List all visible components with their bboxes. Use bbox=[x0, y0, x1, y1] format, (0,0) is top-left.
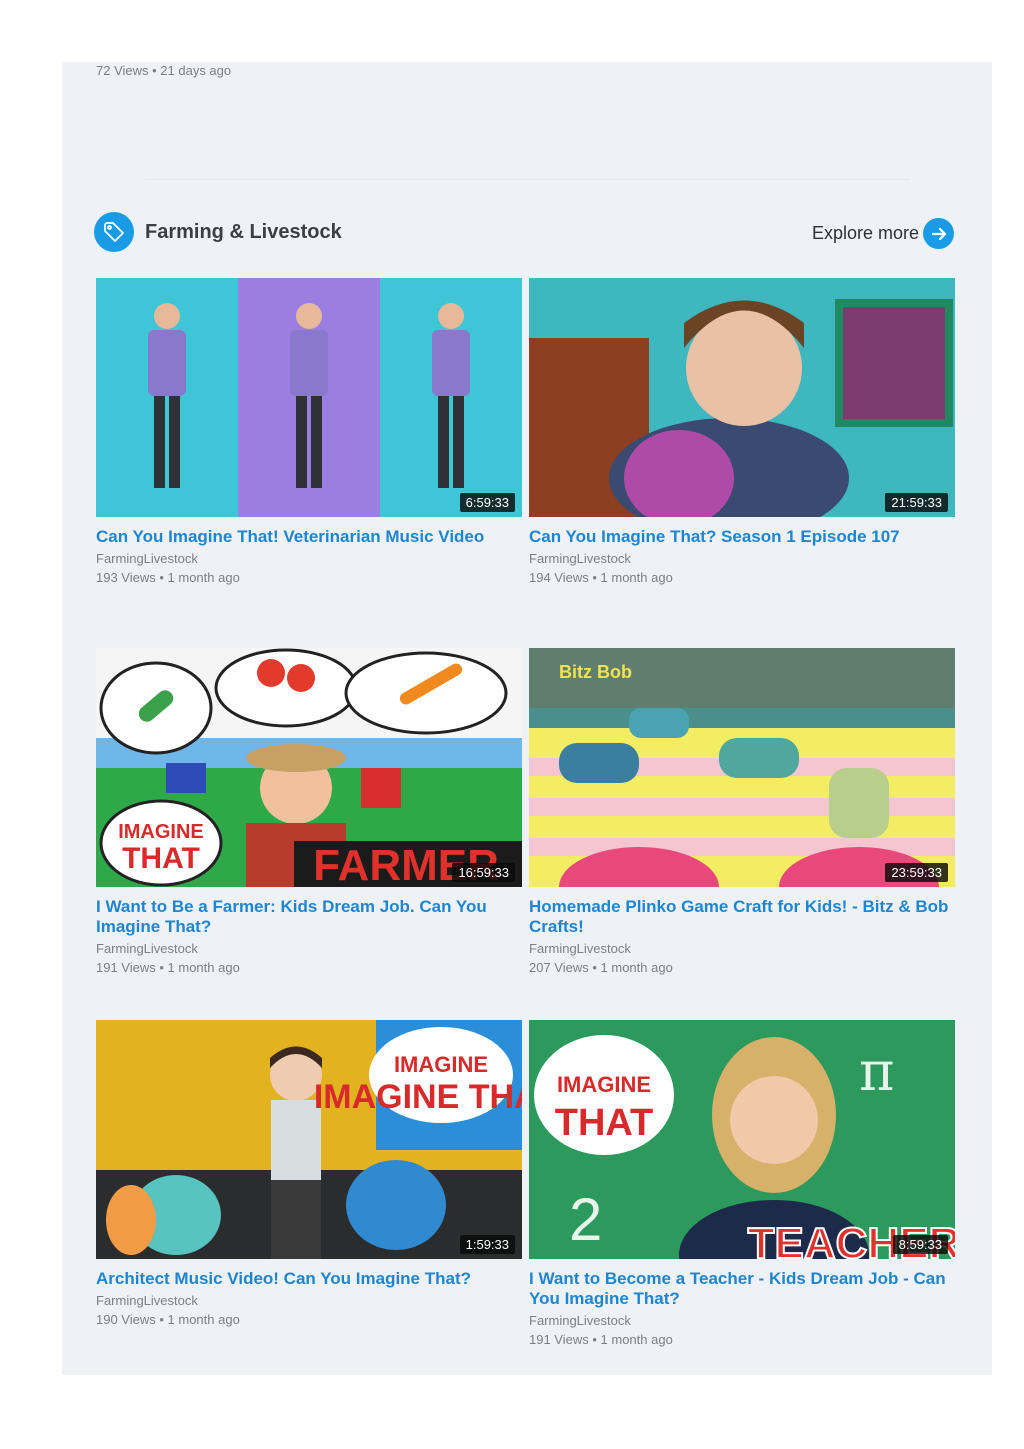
video-title[interactable]: Homemade Plinko Game Craft for Kids! - B… bbox=[529, 897, 955, 937]
explore-more-label: Explore more bbox=[811, 223, 919, 243]
video-card[interactable]: 6:59:33 Can You Imagine That! Veterinari… bbox=[96, 278, 522, 586]
video-duration: 23:59:33 bbox=[885, 863, 948, 882]
svg-text:IMAGINE: IMAGINE bbox=[394, 1052, 488, 1077]
video-meta: 194 Views • 1 month ago bbox=[529, 570, 673, 585]
video-channel[interactable]: FarmingLivestock bbox=[529, 941, 955, 957]
video-meta: 191 Views • 1 month ago bbox=[529, 1332, 673, 1347]
video-duration: 8:59:33 bbox=[892, 1235, 948, 1254]
svg-text:THAT: THAT bbox=[555, 1102, 654, 1144]
video-card[interactable]: 21:59:33 Can You Imagine That? Season 1 … bbox=[529, 278, 955, 586]
video-channel[interactable]: FarmingLivestock bbox=[96, 941, 522, 957]
video-card[interactable]: Bitz Bob 23:59:33 Homemade Plinko Game C… bbox=[529, 648, 955, 976]
section-divider bbox=[145, 179, 910, 180]
thumb-overlay-text: IMAGINE THAT! bbox=[314, 1078, 522, 1116]
video-card[interactable]: IMAGINE THAT FARMER 16:59:33 I Want to B… bbox=[96, 648, 522, 976]
video-meta: 193 Views • 1 month ago bbox=[96, 570, 240, 585]
video-duration: 6:59:33 bbox=[459, 493, 515, 512]
video-duration: 21:59:33 bbox=[885, 493, 948, 512]
video-title[interactable]: Architect Music Video! Can You Imagine T… bbox=[96, 1269, 522, 1289]
video-duration: 16:59:33 bbox=[452, 863, 515, 882]
video-card[interactable]: π 2 IMAGINE THAT TEACHER 8:59:33 I Want … bbox=[529, 1020, 955, 1348]
section-header: Farming & Livestock bbox=[94, 212, 342, 252]
video-thumbnail[interactable]: Bitz Bob 23:59:33 bbox=[529, 648, 955, 887]
explore-more-link[interactable]: Explore more bbox=[812, 218, 954, 249]
arrow-right-icon bbox=[923, 218, 954, 249]
video-duration: 1:59:33 bbox=[459, 1235, 515, 1254]
video-title[interactable]: I Want to Be a Farmer: Kids Dream Job. C… bbox=[96, 897, 522, 937]
svg-text:IMAGINE: IMAGINE bbox=[557, 1072, 651, 1097]
svg-text:THAT: THAT bbox=[122, 842, 200, 875]
video-meta: 207 Views • 1 month ago bbox=[529, 960, 673, 975]
svg-text:π: π bbox=[859, 1040, 895, 1103]
video-thumbnail[interactable]: π 2 IMAGINE THAT TEACHER 8:59:33 bbox=[529, 1020, 955, 1259]
video-thumbnail[interactable]: IMAGINE IMAGINE THAT! 1:59:33 bbox=[96, 1020, 522, 1259]
section-title: Farming & Livestock bbox=[145, 220, 342, 243]
svg-text:2: 2 bbox=[569, 1186, 602, 1253]
video-channel[interactable]: FarmingLivestock bbox=[529, 551, 955, 567]
video-title[interactable]: Can You Imagine That! Veterinarian Music… bbox=[96, 527, 522, 547]
video-title[interactable]: Can You Imagine That? Season 1 Episode 1… bbox=[529, 527, 955, 547]
previous-video-meta: 72 Views • 21 days ago bbox=[96, 63, 232, 78]
video-meta: 191 Views • 1 month ago bbox=[96, 960, 240, 975]
svg-text:IMAGINE: IMAGINE bbox=[118, 821, 204, 843]
video-thumbnail[interactable]: 6:59:33 bbox=[96, 278, 522, 517]
video-card[interactable]: IMAGINE IMAGINE THAT! 1:59:33 Architect … bbox=[96, 1020, 522, 1328]
video-meta: 190 Views • 1 month ago bbox=[96, 1312, 240, 1327]
thumb-overlay-text: Bitz Bob bbox=[559, 662, 632, 682]
video-thumbnail[interactable]: IMAGINE THAT FARMER 16:59:33 bbox=[96, 648, 522, 887]
video-channel[interactable]: FarmingLivestock bbox=[529, 1313, 955, 1329]
video-channel[interactable]: FarmingLivestock bbox=[96, 551, 522, 567]
video-channel[interactable]: FarmingLivestock bbox=[96, 1293, 522, 1309]
tag-icon bbox=[94, 212, 134, 252]
video-thumbnail[interactable]: 21:59:33 bbox=[529, 278, 955, 517]
video-title[interactable]: I Want to Become a Teacher - Kids Dream … bbox=[529, 1269, 955, 1309]
